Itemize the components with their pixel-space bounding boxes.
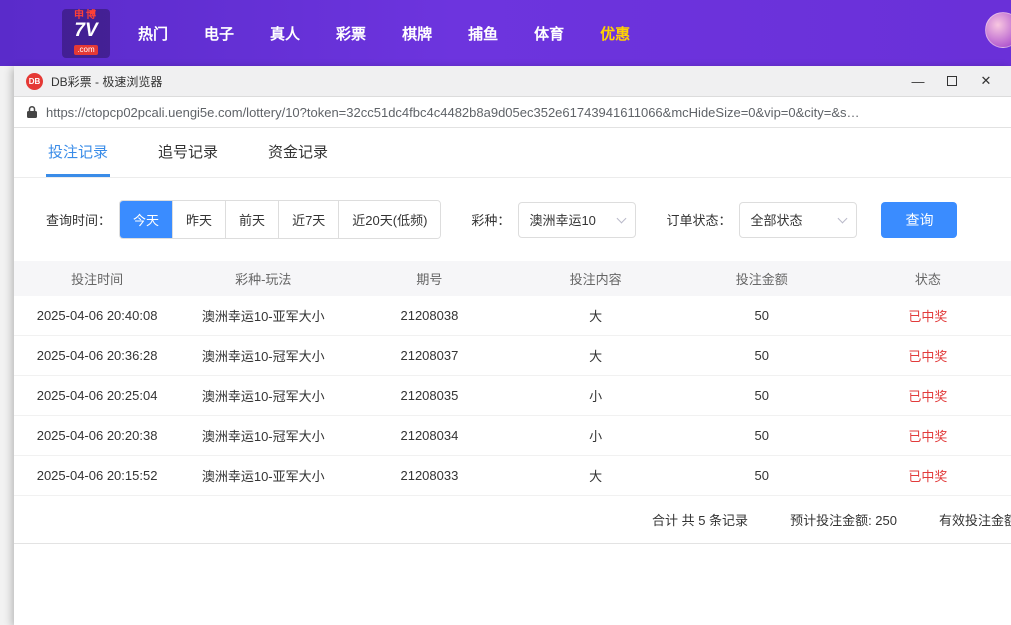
- bet-content-cell: 大: [513, 466, 679, 485]
- logo-text-sub: .com: [74, 45, 97, 55]
- bet-time-cell: 2025-04-06 20:25:04: [14, 388, 180, 403]
- time-option-20days[interactable]: 近20天(低频): [339, 201, 440, 238]
- main-nav: 热门 电子 真人 彩票 棋牌 捕鱼 体育 优惠: [136, 17, 632, 50]
- table-row: 2025-04-06 20:36:28 澳洲幸运10-冠军大小 21208037…: [14, 336, 1011, 376]
- header-bet-time: 投注时间: [14, 269, 180, 288]
- nav-item-sports[interactable]: 体育: [532, 17, 566, 50]
- nav-item-slots[interactable]: 电子: [202, 17, 236, 50]
- header-status: 状态: [845, 269, 1011, 288]
- nav-item-live[interactable]: 真人: [268, 17, 302, 50]
- query-button[interactable]: 查询: [881, 202, 957, 238]
- time-range-group: 今天 昨天 前天 近7天 近20天(低频): [119, 200, 441, 239]
- nav-item-hot[interactable]: 热门: [136, 17, 170, 50]
- summary-bar: 合计 共 5 条记录 预计投注金额: 250 有效投注金额: [14, 496, 1011, 544]
- lottery-select-value: 澳洲幸运10: [529, 210, 595, 229]
- status-badge: 已中奖: [845, 346, 1011, 365]
- chevron-down-icon: [617, 213, 627, 223]
- header-bet-amount: 投注金额: [679, 269, 845, 288]
- order-status-select[interactable]: 全部状态: [739, 202, 857, 238]
- time-option-daybefore[interactable]: 前天: [226, 201, 279, 238]
- status-badge: 已中奖: [845, 306, 1011, 325]
- url-text: https://ctopcp02pcali.uengi5e.com/lotter…: [46, 105, 860, 120]
- header-game-play: 彩种-玩法: [180, 269, 346, 288]
- time-option-7days[interactable]: 近7天: [279, 201, 339, 238]
- issue-cell: 21208035: [346, 388, 512, 403]
- game-play-cell: 澳洲幸运10-亚军大小: [180, 466, 346, 485]
- order-status-value: 全部状态: [750, 210, 802, 229]
- issue-cell: 21208033: [346, 468, 512, 483]
- nav-item-lottery[interactable]: 彩票: [334, 17, 368, 50]
- issue-cell: 21208038: [346, 308, 512, 323]
- nav-item-cards[interactable]: 棋牌: [400, 17, 434, 50]
- logo-text-cn: 申博: [65, 11, 107, 21]
- game-play-cell: 澳洲幸运10-亚军大小: [180, 306, 346, 325]
- bet-amount-cell: 50: [679, 308, 845, 323]
- game-play-cell: 澳洲幸运10-冠军大小: [180, 346, 346, 365]
- summary-valid-amount: 有效投注金额: [939, 510, 1011, 529]
- tab-bet-records[interactable]: 投注记录: [46, 128, 110, 177]
- bet-content-cell: 小: [513, 386, 679, 405]
- bet-content-cell: 大: [513, 346, 679, 365]
- status-badge: 已中奖: [845, 426, 1011, 445]
- issue-cell: 21208034: [346, 428, 512, 443]
- table-row: 2025-04-06 20:25:04 澳洲幸运10-冠军大小 21208035…: [14, 376, 1011, 416]
- bet-amount-cell: 50: [679, 388, 845, 403]
- browser-window: DB DB彩票 - 极速浏览器 — ✕ https://ctopcp02pcal…: [14, 66, 1011, 625]
- maximize-icon: [947, 76, 957, 86]
- tab-fund-records[interactable]: 资金记录: [266, 128, 330, 177]
- game-play-cell: 澳洲幸运10-冠军大小: [180, 426, 346, 445]
- window-controls: — ✕: [901, 69, 1003, 93]
- filter-bar: 查询时间： 今天 昨天 前天 近7天 近20天(低频) 彩种： 澳洲幸运10 订…: [14, 178, 1011, 261]
- game-play-cell: 澳洲幸运10-冠军大小: [180, 386, 346, 405]
- page-content: 投注记录 追号记录 资金记录 查询时间： 今天 昨天 前天 近7天 近20天(低…: [14, 128, 1011, 625]
- summary-expected-amount: 预计投注金额: 250: [790, 510, 897, 529]
- app-icon: DB: [26, 73, 43, 90]
- table-header: 投注时间 彩种-玩法 期号 投注内容 投注金额 状态: [14, 261, 1011, 296]
- time-option-today[interactable]: 今天: [120, 201, 173, 238]
- time-option-yesterday[interactable]: 昨天: [173, 201, 226, 238]
- site-logo[interactable]: 申博 7V .com: [62, 9, 110, 58]
- minimize-button[interactable]: —: [901, 69, 935, 93]
- bet-amount-cell: 50: [679, 468, 845, 483]
- header-bet-content: 投注内容: [513, 269, 679, 288]
- bet-content-cell: 大: [513, 306, 679, 325]
- lock-icon: [26, 105, 38, 119]
- lottery-filter-label: 彩种：: [471, 210, 510, 229]
- table-row: 2025-04-06 20:20:38 澳洲幸运10-冠军大小 21208034…: [14, 416, 1011, 456]
- nav-item-fishing[interactable]: 捕鱼: [466, 17, 500, 50]
- bet-content-cell: 小: [513, 426, 679, 445]
- bet-amount-cell: 50: [679, 348, 845, 363]
- summary-total: 合计 共 5 条记录: [652, 510, 748, 529]
- issue-cell: 21208037: [346, 348, 512, 363]
- bet-time-cell: 2025-04-06 20:40:08: [14, 308, 180, 323]
- window-title: DB彩票 - 极速浏览器: [51, 73, 162, 90]
- table-row: 2025-04-06 20:15:52 澳洲幸运10-亚军大小 21208033…: [14, 456, 1011, 496]
- close-button[interactable]: ✕: [969, 69, 1003, 93]
- window-titlebar: DB DB彩票 - 极速浏览器 — ✕: [14, 66, 1011, 97]
- lottery-select[interactable]: 澳洲幸运10: [518, 202, 636, 238]
- address-bar[interactable]: https://ctopcp02pcali.uengi5e.com/lotter…: [14, 97, 1011, 128]
- chevron-down-icon: [838, 213, 848, 223]
- status-badge: 已中奖: [845, 466, 1011, 485]
- bet-time-cell: 2025-04-06 20:15:52: [14, 468, 180, 483]
- bet-time-cell: 2025-04-06 20:36:28: [14, 348, 180, 363]
- maximize-button[interactable]: [935, 69, 969, 93]
- site-header: 申博 7V .com 热门 电子 真人 彩票 棋牌 捕鱼 体育 优惠: [0, 0, 1011, 66]
- table-row: 2025-04-06 20:40:08 澳洲幸运10-亚军大小 21208038…: [14, 296, 1011, 336]
- tab-chase-records[interactable]: 追号记录: [156, 128, 220, 177]
- logo-text-main: 7V: [65, 21, 107, 40]
- status-badge: 已中奖: [845, 386, 1011, 405]
- header-issue: 期号: [346, 269, 512, 288]
- record-tabs: 投注记录 追号记录 资金记录: [14, 128, 1011, 178]
- bet-time-cell: 2025-04-06 20:20:38: [14, 428, 180, 443]
- bet-amount-cell: 50: [679, 428, 845, 443]
- nav-item-promo[interactable]: 优惠: [598, 17, 632, 50]
- time-filter-label: 查询时间：: [46, 210, 111, 229]
- status-filter-label: 订单状态：: [666, 210, 731, 229]
- avatar[interactable]: [985, 12, 1011, 48]
